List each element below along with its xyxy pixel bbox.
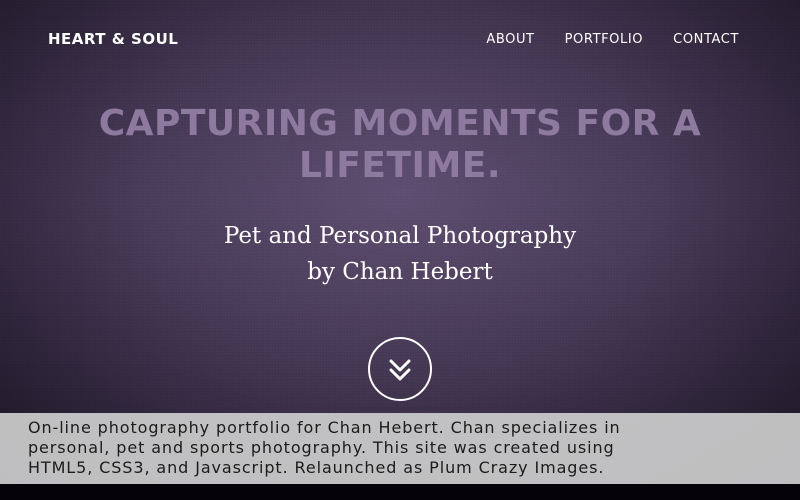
hero-subtitle-line-1: Pet and Personal Photography bbox=[223, 223, 577, 249]
hero-subtitle-line-2: by Chan Hebert bbox=[307, 259, 493, 285]
brand-logo[interactable]: HEART & SOUL bbox=[48, 30, 178, 48]
hero-headline: CAPTURING MOMENTS FOR A LIFETIME. bbox=[0, 103, 800, 187]
main-nav: ABOUT PORTFOLIO CONTACT bbox=[486, 32, 739, 47]
description-caption: On-line photography portfolio for Chan H… bbox=[0, 413, 800, 484]
nav-contact-link[interactable]: CONTACT bbox=[673, 32, 739, 47]
nav-about-link[interactable]: ABOUT bbox=[486, 32, 534, 47]
caption-line-1: On-line photography portfolio for Chan H… bbox=[28, 418, 621, 437]
caption-line-3: HTML5, CSS3, and Javascript. Relaunched … bbox=[28, 458, 605, 477]
hero-subtitle: Pet and Personal Photography by Chan Heb… bbox=[0, 218, 800, 290]
hero-headline-line-1: CAPTURING MOMENTS FOR A bbox=[98, 103, 702, 144]
hero-headline-line-2: LIFETIME. bbox=[298, 145, 502, 186]
caption-line-2: personal, pet and sports photography. Th… bbox=[28, 438, 615, 457]
double-chevron-down-icon bbox=[389, 359, 411, 381]
page: HEART & SOUL ABOUT PORTFOLIO CONTACT CAP… bbox=[0, 0, 800, 500]
nav-portfolio-link[interactable]: PORTFOLIO bbox=[565, 32, 644, 47]
bottom-strip bbox=[0, 484, 800, 500]
scroll-down-button[interactable] bbox=[368, 337, 432, 401]
